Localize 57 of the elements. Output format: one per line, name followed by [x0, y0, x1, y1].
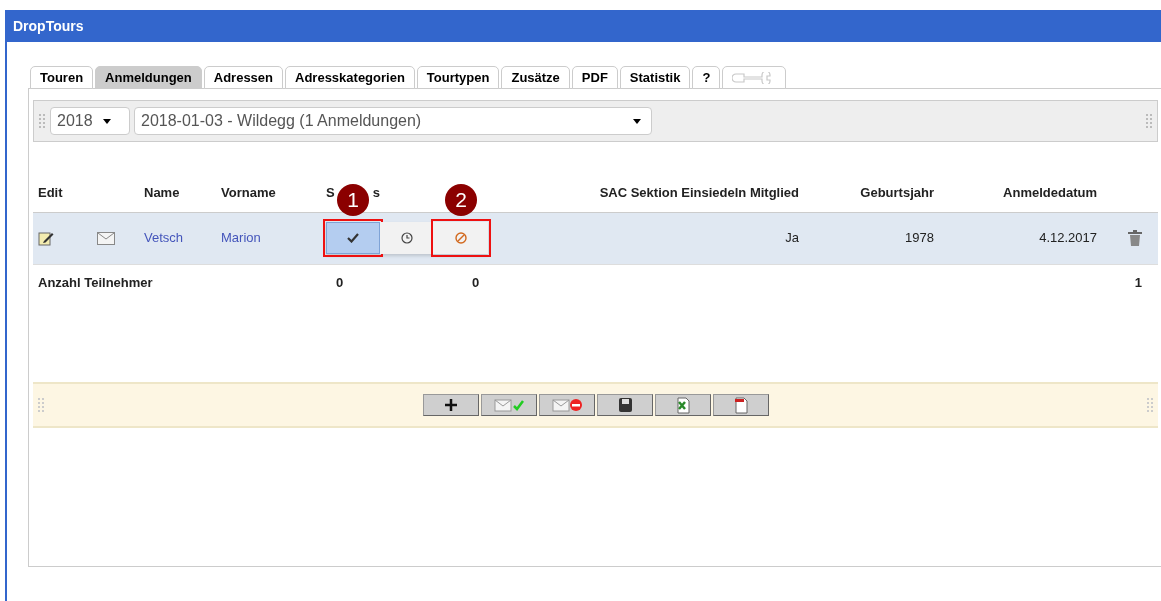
- table-cell: Ja: [785, 230, 799, 246]
- year-dropdown[interactable]: 2018: [50, 107, 130, 135]
- tab[interactable]: Touren: [30, 66, 94, 89]
- tour-value: 2018-01-03 - Wildegg (1 Anmeldungen): [141, 111, 422, 131]
- name-link[interactable]: Vetsch: [144, 230, 184, 246]
- status-button[interactable]: [326, 222, 380, 254]
- clock-icon: [401, 232, 413, 244]
- drag-handle-icon[interactable]: [1145, 113, 1153, 129]
- mail-check-icon: [493, 396, 524, 414]
- mail-icon[interactable]: [97, 231, 115, 245]
- confirmed-count: 0: [336, 274, 344, 290]
- trash-icon[interactable]: [1128, 230, 1142, 246]
- column-header: Edit: [38, 185, 63, 201]
- status-button[interactable]: [434, 222, 488, 254]
- toolbar-button[interactable]: [596, 394, 653, 416]
- toolbar-button[interactable]: [480, 394, 537, 416]
- caret-icon: [633, 118, 641, 124]
- tab[interactable]: PDF: [571, 66, 618, 89]
- tab[interactable]: Anmeldungen: [95, 66, 202, 89]
- ban-icon: [455, 232, 467, 244]
- drag-handle-icon[interactable]: [38, 113, 46, 129]
- caret-icon: [102, 118, 111, 124]
- total-count: 1: [1134, 274, 1142, 290]
- toolbar-button[interactable]: [712, 394, 769, 416]
- edit-icon[interactable]: [38, 230, 54, 246]
- tab[interactable]: Tourtypen: [416, 66, 500, 89]
- tab[interactable]: Statistik: [619, 66, 691, 89]
- column-header: s: [372, 184, 380, 203]
- window-title: DropTours: [13, 16, 84, 36]
- annotation-badge: 2: [445, 184, 477, 216]
- total-label: Anzahl Teilnehmer: [38, 274, 153, 290]
- year-value: 2018: [57, 111, 93, 131]
- tour-dropdown[interactable]: 2018-01-03 - Wildegg (1 Anmeldungen): [134, 107, 652, 135]
- toolbar-button[interactable]: [538, 394, 595, 416]
- column-header: S: [326, 184, 335, 203]
- toolbar-button[interactable]: [654, 394, 711, 416]
- column-header: Vorname: [221, 185, 276, 201]
- rejected-count: 0: [472, 274, 480, 290]
- table-cell: 4.12.2017: [1039, 230, 1097, 246]
- tab[interactable]: Zusätze: [501, 66, 570, 89]
- tab[interactable]: ?: [692, 66, 721, 89]
- column-header: Anmeldedatum: [1003, 185, 1097, 201]
- mail-block-icon: [551, 396, 582, 414]
- table-cell: 1978: [905, 230, 934, 246]
- column-header: Geburtsjahr: [860, 185, 934, 201]
- highlight-frame: [431, 219, 491, 257]
- column-header: Name: [144, 185, 180, 201]
- tab[interactable]: Adresskategorien: [285, 66, 415, 89]
- status-button[interactable]: [380, 222, 434, 254]
- annotation-badge: 1: [337, 184, 369, 216]
- tab[interactable]: Adressen: [203, 66, 283, 89]
- column-header: SAC Sektion Einsiedeln Mitglied: [599, 185, 799, 201]
- check-icon: [347, 233, 359, 243]
- toolbar-button[interactable]: [422, 394, 479, 416]
- drag-handle-icon[interactable]: [37, 397, 45, 413]
- firstname-link[interactable]: Marion: [221, 230, 261, 246]
- drag-handle-icon[interactable]: [1146, 397, 1154, 413]
